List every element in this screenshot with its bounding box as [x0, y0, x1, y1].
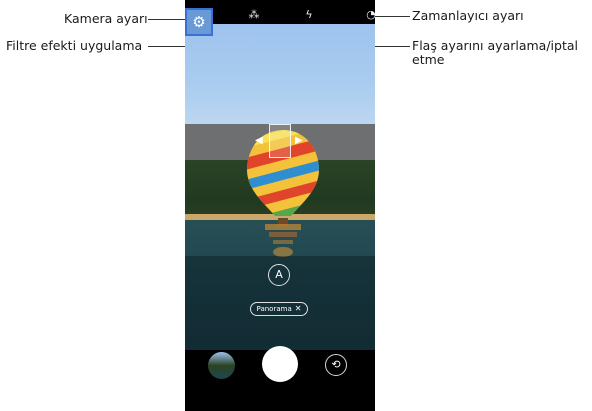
shutter-button[interactable]	[262, 346, 298, 382]
callout-timer: Zamanlayıcı ayarı	[412, 8, 524, 23]
callout-flash-line1: Flaş ayarını ayarlama/iptal	[412, 38, 578, 53]
switch-camera-button[interactable]: ⟲	[325, 354, 347, 376]
viewfinder-sky	[185, 24, 375, 124]
callout-filter-effect: Filtre efekti uygulama	[6, 38, 143, 53]
panorama-mode-pill[interactable]: Panorama ✕	[250, 302, 308, 316]
leader-line-timer	[372, 16, 410, 17]
panorama-label: Panorama	[256, 305, 292, 313]
callout-flash-line2: etme	[412, 52, 445, 67]
leader-line-camera-settings	[148, 19, 185, 20]
gear-icon: ⚙	[192, 13, 206, 31]
top-bar	[185, 0, 375, 24]
arrow-right-icon: ▶	[295, 135, 303, 146]
timer-icon[interactable]: ◔	[363, 7, 375, 23]
camera-settings-button[interactable]: ⚙	[185, 8, 213, 36]
switch-camera-icon: ⟲	[331, 358, 341, 371]
flash-icon[interactable]: ϟ	[301, 7, 317, 23]
panorama-capture-frame	[269, 124, 291, 158]
arrow-left-icon: ◀	[255, 135, 263, 146]
callout-camera-settings: Kamera ayarı	[64, 11, 148, 26]
close-icon[interactable]: ✕	[295, 304, 302, 313]
bottom-bar	[185, 386, 375, 411]
filter-icon[interactable]: ⁂	[246, 7, 262, 23]
panorama-mode-button[interactable]: A	[268, 264, 290, 286]
gallery-thumbnail[interactable]	[208, 352, 235, 379]
